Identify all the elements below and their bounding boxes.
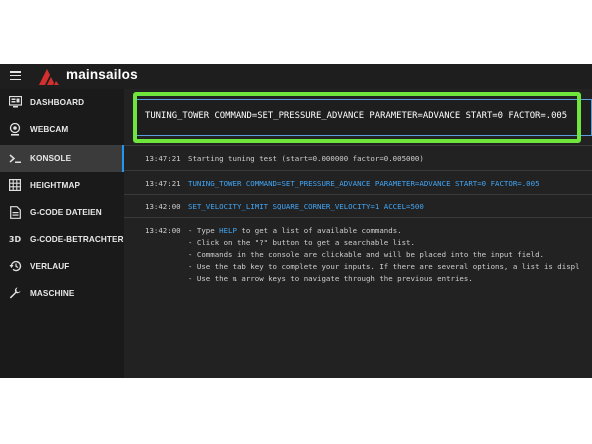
entry-command-link[interactable]: TUNING_TOWER COMMAND=SET_PRESSURE_ADVANC… (188, 179, 540, 188)
sidebar-item-label: DASHBOARD (30, 98, 85, 107)
history-icon (8, 259, 22, 273)
sidebar-item-webcam[interactable]: WEBCAM (0, 116, 124, 143)
console-entry: 13:42:00 SET_VELOCITY_LIMIT SQUARE_CORNE… (124, 194, 592, 217)
app-window: mainsailos DASHBOARD WEBCAM KONSOLE HEIG… (0, 64, 592, 378)
sidebar-item-verlauf[interactable]: VERLAUF (0, 253, 124, 280)
sidebar-item-label: KONSOLE (30, 154, 72, 163)
brand-name: mainsailos (66, 67, 138, 82)
help-line: - Type HELP to get a list of available c… (188, 226, 402, 235)
console-icon (8, 151, 22, 165)
command-input[interactable]: TUNING_TOWER COMMAND=SET_PRESSURE_ADVANC… (136, 99, 592, 136)
webcam-icon (8, 122, 22, 136)
sidebar-item-label: WEBCAM (30, 125, 69, 134)
top-bar: mainsailos (0, 64, 592, 89)
console-panel: TUNING_TOWER COMMAND=SET_PRESSURE_ADVANC… (124, 89, 592, 378)
menu-icon[interactable] (10, 71, 21, 81)
entry-timestamp: 13:47:21 (145, 179, 181, 188)
sidebar-item-dashboard[interactable]: DASHBOARD (0, 89, 124, 116)
sidebar-item-gcode-betrachter[interactable]: 3D G-CODE-BETRACHTER (0, 226, 124, 253)
entry-timestamp: 13:42:00 (145, 226, 181, 235)
sidebar-item-maschine[interactable]: MASCHINE (0, 280, 124, 307)
console-entry: 13:47:21 Starting tuning test (start=0.0… (124, 145, 592, 170)
3d-icon: 3D (8, 234, 22, 244)
sidebar-item-gcode-dateien[interactable]: G-CODE DATEIEN (0, 199, 124, 226)
entry-timestamp: 13:47:21 (145, 154, 181, 163)
help-text: - Type (188, 226, 220, 235)
mainsail-logo-icon (39, 69, 59, 85)
sidebar-item-label: VERLAUF (30, 262, 70, 271)
sidebar-item-label: MASCHINE (30, 289, 75, 298)
sidebar-item-konsole[interactable]: KONSOLE (0, 145, 124, 172)
help-line: - Use the ⇅ arrow keys to navigate throu… (188, 274, 473, 283)
help-line: - Commands in the console are clickable … (188, 250, 544, 259)
sidebar-item-heightmap[interactable]: HEIGHTMAP (0, 172, 124, 199)
help-command-link[interactable]: HELP (219, 226, 237, 235)
grid-icon (8, 178, 22, 192)
sidebar-item-label: G-CODE-BETRACHTER (30, 235, 124, 244)
entry-message: Starting tuning test (start=0.000000 fac… (188, 154, 424, 163)
help-line: - Use the tab key to complete your input… (188, 262, 580, 271)
file-document-icon (8, 205, 22, 219)
entry-command-link[interactable]: SET_VELOCITY_LIMIT SQUARE_CORNER_VELOCIT… (188, 202, 424, 211)
command-input-value: TUNING_TOWER COMMAND=SET_PRESSURE_ADVANC… (145, 111, 568, 121)
sidebar-item-label: G-CODE DATEIEN (30, 208, 102, 217)
wrench-icon (8, 286, 22, 300)
help-text: to get a list of available commands. (236, 226, 402, 235)
sidebar: DASHBOARD WEBCAM KONSOLE HEIGHTMAP G-COD (0, 89, 124, 378)
entry-timestamp: 13:42:00 (145, 202, 181, 211)
console-entry: 13:42:00 - Type HELP to get a list of av… (124, 217, 592, 307)
sidebar-item-label: HEIGHTMAP (30, 181, 81, 190)
help-line: - Click on the "?" button to get a searc… (188, 238, 415, 247)
console-entry: 13:47:21 TUNING_TOWER COMMAND=SET_PRESSU… (124, 170, 592, 194)
monitor-dashboard-icon (8, 95, 22, 109)
